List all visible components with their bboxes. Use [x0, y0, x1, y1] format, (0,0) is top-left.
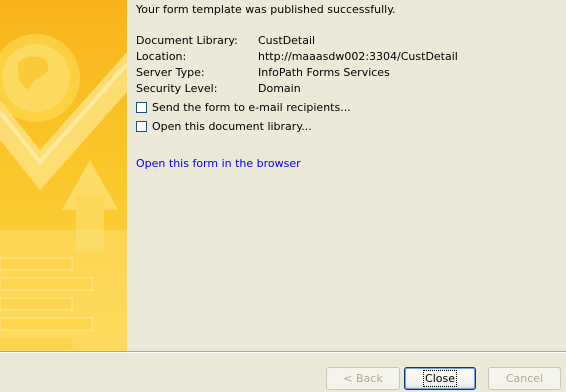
- detail-label: Location:: [136, 50, 187, 63]
- back-button-label: < Back: [343, 372, 383, 385]
- open-library-checkbox[interactable]: [136, 120, 147, 132]
- success-message: Your form template was published success…: [136, 3, 396, 16]
- detail-value: CustDetail: [258, 34, 316, 47]
- detail-value: Domain: [258, 82, 301, 95]
- send-email-label: Send the form to e-mail recipients...: [152, 100, 351, 114]
- detail-value: http://maaasdw002:3304/CustDetail: [258, 50, 458, 63]
- detail-label: Document Library:: [136, 34, 238, 47]
- close-button-label: Close: [423, 370, 457, 387]
- wizard-banner-graphic: [0, 0, 127, 351]
- wizard-content: Your form template was published success…: [136, 0, 556, 351]
- button-separator: [0, 351, 566, 353]
- detail-label: Security Level:: [136, 82, 218, 95]
- detail-value: InfoPath Forms Services: [258, 66, 390, 79]
- open-library-option[interactable]: Open this document library...: [136, 119, 312, 133]
- close-button[interactable]: Close: [404, 367, 476, 390]
- send-email-option[interactable]: Send the form to e-mail recipients...: [136, 100, 351, 114]
- open-library-label: Open this document library...: [152, 119, 312, 133]
- open-in-browser-link[interactable]: Open this form in the browser: [136, 157, 301, 170]
- cancel-button-label: Cancel: [505, 372, 544, 385]
- detail-label: Server Type:: [136, 66, 205, 79]
- back-button[interactable]: < Back: [326, 367, 400, 390]
- publish-illustration: [0, 34, 127, 351]
- send-email-checkbox[interactable]: [136, 101, 147, 113]
- cancel-button[interactable]: Cancel: [488, 367, 561, 390]
